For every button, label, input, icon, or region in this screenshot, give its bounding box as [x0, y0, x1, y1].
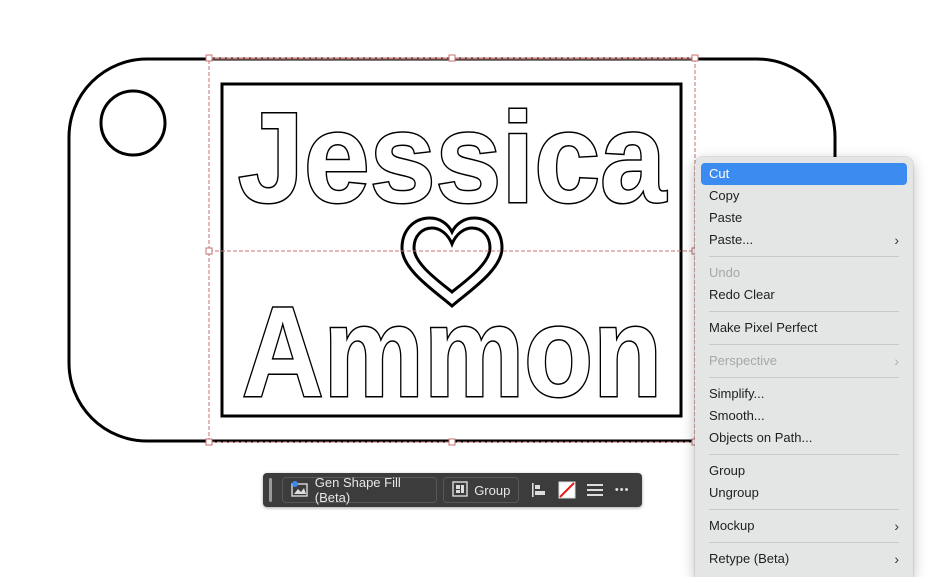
- menu-item-ungroup-label: Ungroup: [709, 485, 759, 500]
- contextual-task-bar: Gen Shape Fill (Beta) Group •••: [263, 473, 642, 507]
- menu-item-simplify-label: Simplify...: [709, 386, 765, 401]
- menu-item-paste-submenu-label: Paste...: [709, 232, 754, 247]
- menu-item-perspective-label: Perspective: [709, 353, 777, 368]
- gen-shape-fill-icon: [291, 480, 309, 500]
- chevron-right-icon: ›: [894, 551, 899, 567]
- menu-item-redo-clear[interactable]: Redo Clear: [701, 284, 907, 306]
- menu-separator: [709, 509, 899, 510]
- menu-item-make-pixel-perfect[interactable]: Make Pixel Perfect: [701, 317, 907, 339]
- menu-item-make-pixel-perfect-label: Make Pixel Perfect: [709, 320, 818, 335]
- menu-item-copy[interactable]: Copy: [701, 185, 907, 207]
- menu-separator: [709, 344, 899, 345]
- menu-separator: [709, 311, 899, 312]
- menu-item-group-label: Group: [709, 463, 746, 478]
- menu-separator: [709, 377, 899, 378]
- menu-item-retype[interactable]: Retype (Beta) ›: [701, 548, 907, 570]
- menu-item-ungroup[interactable]: Ungroup: [701, 482, 907, 504]
- menu-separator: [709, 454, 899, 455]
- menu-item-paste-submenu[interactable]: Paste... ›: [701, 229, 907, 251]
- menu-separator: [709, 542, 899, 543]
- menu-separator: [709, 256, 899, 257]
- menu-item-retype-label: Retype (Beta): [709, 551, 790, 566]
- menu-item-redo-clear-label: Redo Clear: [709, 287, 775, 302]
- menu-item-objects-on-path[interactable]: Objects on Path...: [701, 427, 907, 449]
- more-options-label: •••: [614, 484, 630, 496]
- context-menu: Cut Copy Paste Paste... › Undo Redo Clear…: [695, 157, 913, 577]
- stroke-weight-icon[interactable]: [581, 477, 609, 503]
- menu-item-cut-label: Cut: [709, 166, 730, 181]
- group-button-label: Group: [474, 482, 511, 498]
- menu-item-smooth-label: Smooth...: [709, 408, 765, 423]
- menu-item-mockup-label: Mockup: [709, 518, 755, 533]
- fill-stroke-none-icon[interactable]: [553, 477, 581, 503]
- chevron-right-icon: ›: [894, 232, 899, 248]
- menu-item-copy-label: Copy: [709, 188, 740, 203]
- taskbar-grip-handle[interactable]: [269, 478, 272, 502]
- gen-shape-fill-label: Gen Shape Fill (Beta): [314, 475, 401, 505]
- keyring-hole[interactable]: [99, 89, 167, 157]
- chevron-right-icon: ›: [894, 353, 899, 369]
- menu-item-undo-label: Undo: [709, 265, 741, 280]
- menu-item-objects-on-path-label: Objects on Path...: [709, 430, 813, 445]
- menu-item-mockup[interactable]: Mockup ›: [701, 515, 907, 537]
- menu-item-perspective[interactable]: Perspective ›: [701, 350, 907, 372]
- gen-shape-fill-button[interactable]: Gen Shape Fill (Beta): [281, 475, 438, 505]
- menu-item-paste-label: Paste: [709, 210, 743, 225]
- menu-item-cut[interactable]: Cut: [701, 163, 907, 185]
- menu-item-simplify[interactable]: Simplify...: [701, 383, 907, 405]
- menu-item-paste[interactable]: Paste: [701, 207, 907, 229]
- chevron-right-icon: ›: [894, 518, 899, 534]
- group-icon: [452, 480, 468, 500]
- more-options-icon[interactable]: •••: [608, 477, 636, 503]
- align-icon[interactable]: [525, 477, 553, 503]
- group-button[interactable]: Group: [443, 477, 520, 503]
- artwork-text-line1[interactable]: Jessica: [237, 86, 669, 232]
- menu-item-undo[interactable]: Undo: [701, 262, 907, 284]
- menu-item-group[interactable]: Group: [701, 460, 907, 482]
- menu-item-smooth[interactable]: Smooth...: [701, 405, 907, 427]
